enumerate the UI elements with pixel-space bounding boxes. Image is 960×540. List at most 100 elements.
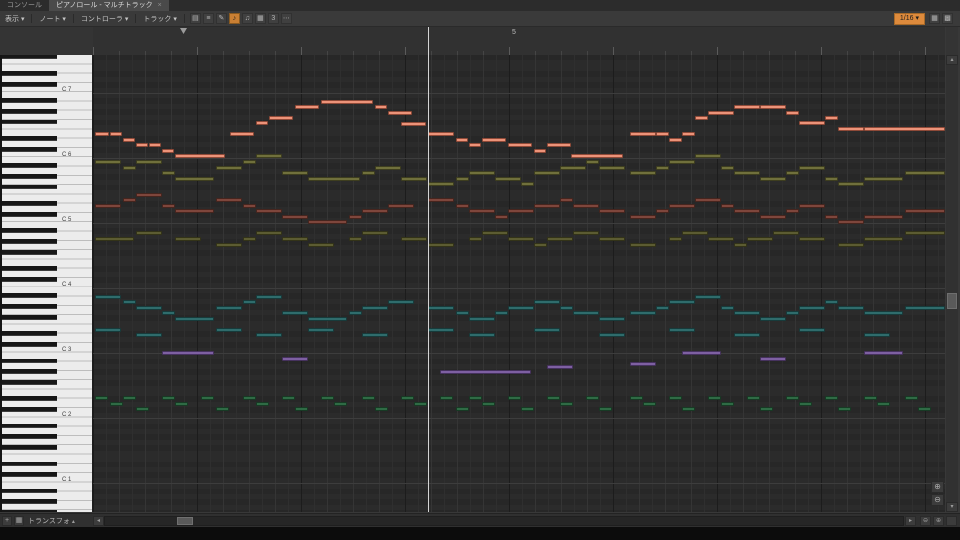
midi-note[interactable]	[508, 396, 521, 400]
midi-note[interactable]	[773, 231, 799, 235]
scroll-down-arrow[interactable]: ▾	[946, 502, 958, 512]
midi-note[interactable]	[362, 171, 375, 175]
midi-note[interactable]	[864, 333, 890, 337]
toolbar-menu-2[interactable]: コントローラ ▾	[76, 14, 133, 24]
midi-note[interactable]	[216, 328, 242, 332]
midi-note[interactable]	[905, 171, 945, 175]
midi-note[interactable]	[734, 311, 760, 315]
midi-note[interactable]	[643, 402, 656, 406]
midi-note[interactable]	[734, 171, 760, 175]
midi-note[interactable]	[469, 396, 482, 400]
midi-note[interactable]	[630, 362, 656, 366]
zoom-out-vertical-button[interactable]: ⊖	[931, 494, 944, 506]
midi-note[interactable]	[428, 243, 454, 247]
midi-note[interactable]	[428, 328, 454, 332]
midi-note[interactable]	[456, 407, 469, 411]
midi-note[interactable]	[162, 149, 174, 153]
piano-key-black[interactable]	[2, 407, 57, 412]
midi-note[interactable]	[669, 328, 695, 332]
piano-key-black[interactable]	[2, 423, 57, 428]
midi-note[interactable]	[734, 243, 747, 247]
midi-note[interactable]	[401, 122, 426, 126]
piano-key-black[interactable]	[2, 239, 57, 244]
midi-note[interactable]	[362, 209, 388, 213]
midi-note[interactable]	[864, 177, 903, 181]
midi-note[interactable]	[216, 166, 242, 170]
midi-note[interactable]	[656, 132, 669, 136]
midi-note[interactable]	[534, 300, 560, 304]
midi-note[interactable]	[136, 160, 162, 164]
midi-note[interactable]	[508, 306, 534, 310]
midi-note[interactable]	[825, 116, 838, 120]
midi-note[interactable]	[599, 407, 612, 411]
midi-note[interactable]	[456, 204, 469, 208]
midi-note[interactable]	[760, 105, 786, 109]
midi-note[interactable]	[656, 209, 669, 213]
midi-note[interactable]	[560, 166, 586, 170]
midi-note[interactable]	[375, 407, 388, 411]
midi-note[interactable]	[630, 215, 656, 219]
midi-note[interactable]	[864, 311, 903, 315]
tab-close-icon[interactable]: ×	[158, 2, 162, 9]
loop-marker[interactable]	[180, 28, 187, 34]
midi-note[interactable]	[521, 407, 534, 411]
midi-note[interactable]	[110, 402, 123, 406]
piano-key-black[interactable]	[2, 120, 57, 125]
midi-note[interactable]	[760, 317, 786, 321]
horizontal-scrollbar-thumb[interactable]	[177, 517, 193, 525]
midi-note[interactable]	[428, 306, 454, 310]
midi-note[interactable]	[362, 396, 375, 400]
piano-key-black[interactable]	[2, 331, 57, 336]
midi-note[interactable]	[521, 182, 534, 186]
midi-note[interactable]	[282, 396, 295, 400]
midi-note[interactable]	[216, 407, 229, 411]
collapse-arrow-icon[interactable]: ▴	[72, 518, 75, 525]
piano-key-black[interactable]	[2, 212, 57, 217]
midi-note[interactable]	[243, 237, 256, 241]
midi-note[interactable]	[534, 171, 560, 175]
midi-note[interactable]	[573, 231, 599, 235]
midi-note[interactable]	[669, 204, 695, 208]
midi-note[interactable]	[282, 215, 308, 219]
midi-note[interactable]	[149, 143, 161, 147]
piano-key-black[interactable]	[2, 472, 57, 477]
midi-note[interactable]	[243, 160, 256, 164]
midi-note[interactable]	[469, 209, 495, 213]
scroll-left-arrow[interactable]: ◂	[93, 516, 104, 526]
scroll-right-arrow[interactable]: ▸	[905, 516, 916, 526]
toolbar-menu-0[interactable]: 表示 ▾	[0, 14, 29, 24]
note-tool-icon[interactable]: ♪	[228, 13, 240, 24]
midi-note[interactable]	[905, 306, 945, 310]
midi-note[interactable]	[95, 295, 121, 299]
midi-note[interactable]	[573, 311, 599, 315]
midi-note[interactable]	[682, 132, 695, 136]
midi-note[interactable]	[256, 333, 282, 337]
midi-note[interactable]	[708, 396, 721, 400]
toolbar-menu-1[interactable]: ノート ▾	[34, 14, 70, 24]
midi-note[interactable]	[573, 204, 599, 208]
midi-note[interactable]	[175, 317, 214, 321]
midi-note[interactable]	[256, 209, 282, 213]
midi-note[interactable]	[256, 121, 268, 125]
midi-note[interactable]	[599, 209, 625, 213]
midi-note[interactable]	[508, 209, 534, 213]
toolbar-menu-3[interactable]: トラック ▾	[138, 14, 181, 24]
midi-note[interactable]	[747, 237, 773, 241]
midi-note[interactable]	[456, 177, 469, 181]
midi-note[interactable]	[508, 143, 532, 147]
midi-note[interactable]	[838, 306, 864, 310]
midi-note[interactable]	[599, 317, 625, 321]
midi-note[interactable]	[282, 357, 308, 361]
piano-key-black[interactable]	[2, 185, 57, 190]
midi-note[interactable]	[175, 154, 225, 158]
midi-note[interactable]	[799, 166, 825, 170]
midi-note[interactable]	[905, 396, 918, 400]
midi-note[interactable]	[123, 396, 136, 400]
pattern-grid-icon[interactable]: ▩	[942, 13, 953, 24]
midi-note[interactable]	[123, 138, 135, 142]
midi-note[interactable]	[864, 215, 903, 219]
midi-note[interactable]	[838, 127, 864, 131]
vertical-scrollbar-thumb[interactable]	[947, 293, 957, 309]
midi-note[interactable]	[495, 311, 508, 315]
midi-note[interactable]	[838, 407, 851, 411]
